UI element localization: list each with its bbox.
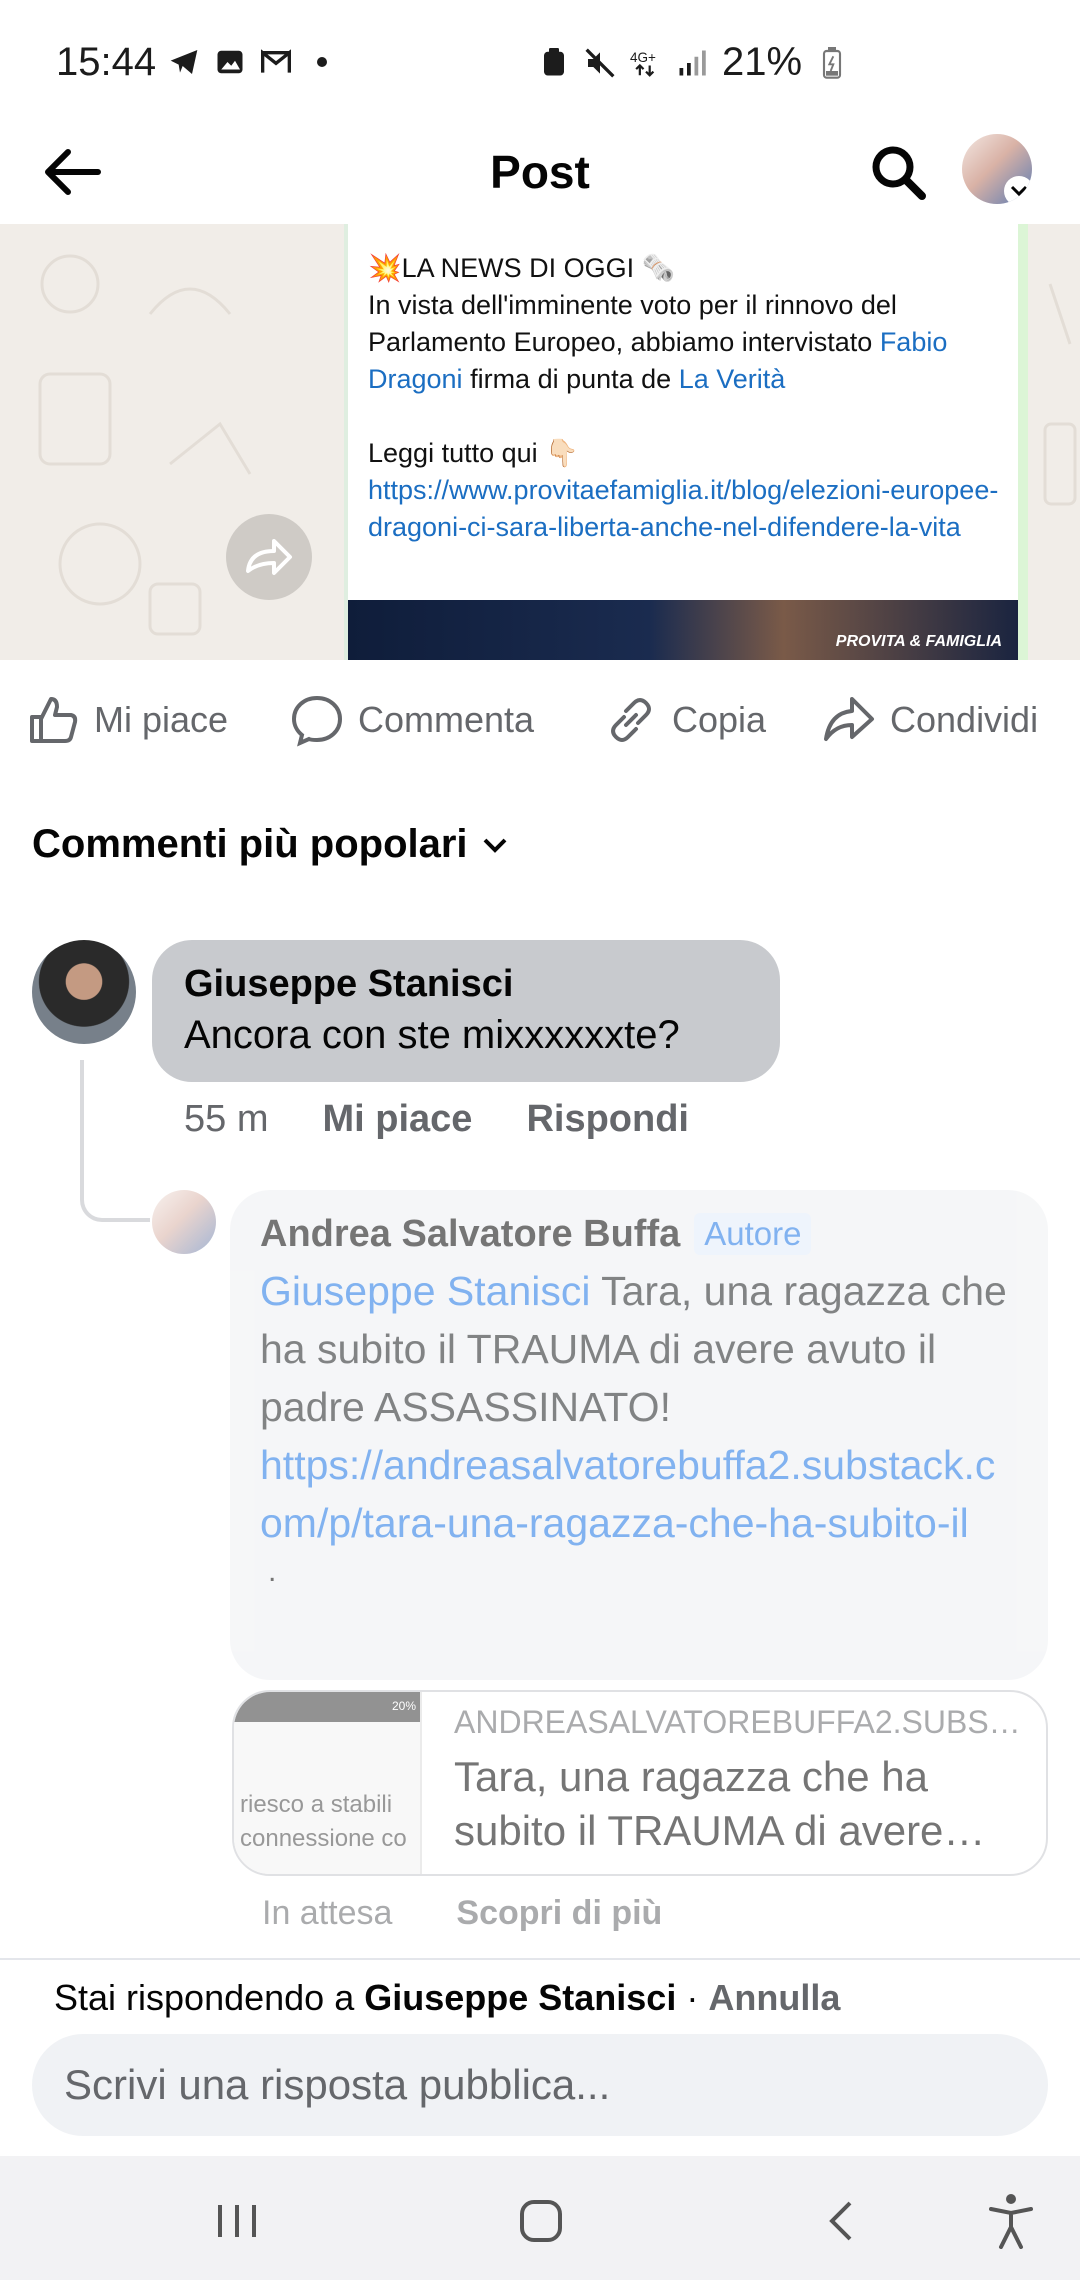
status-right: 4G+ 21% [538,40,848,85]
system-nav-bar [0,2156,1080,2280]
reply-meta: In attesa Scopri di più [262,1894,662,1933]
link-icon [611,698,651,742]
comment-author[interactable]: Giuseppe Stanisci [184,960,748,1008]
replying-to-bar: Stai rispondendo a Giuseppe Stanisci · A… [54,1976,840,2020]
thumbnail-text: riesco a stabili connessione co [240,1791,407,1852]
thumbnail-status-bar: 20% [234,1692,420,1722]
nav-back-button[interactable] [806,2186,876,2256]
reply-header: Andrea Salvatore Buffa Autore [260,1208,1018,1260]
commenter-avatar[interactable] [32,940,136,1044]
recent-apps-icon [218,2205,256,2237]
svg-text:4G+: 4G+ [630,49,656,64]
comment-text: Ancora con ste mixxxxxxte? [184,1013,680,1057]
copy-label: Copia [672,699,767,740]
comment-meta: 55 m Mi piace Rispondi [184,1098,689,1141]
dot-icon [306,46,338,78]
chevron-down-icon [483,838,506,853]
copy-link-button[interactable]: Copia [604,690,766,750]
home-icon [520,2200,562,2242]
reply-input[interactable] [32,2034,1048,2136]
comment-like-button[interactable]: Mi piace [322,1098,472,1141]
chevron-down-icon [1004,176,1032,204]
accessibility-button[interactable] [976,2186,1046,2256]
post-image[interactable]: 💥LA NEWS DI OGGI 🗞️ In vista dell'immine… [0,224,1080,660]
comment-bubble: Giuseppe Stanisci Ancora con ste mixxxxx… [152,940,780,1082]
message-photo: PROVITA & FAMIGLIA [348,600,1018,660]
message-headline: 💥LA NEWS DI OGGI 🗞️ [368,253,676,283]
comment-reply-button[interactable]: Rispondi [526,1098,689,1141]
comments-sort-label: Commenti più popolari [32,822,468,866]
post-actions: Mi piace Commenta Copia Condividi [0,660,1080,782]
replying-separator: · [686,1977,699,2018]
recent-apps-button[interactable] [202,2186,272,2256]
message-text: 💥LA NEWS DI OGGI 🗞️ In vista dell'immine… [368,250,1008,546]
telegram-icon [168,46,200,78]
status-bar: 15:44 4G+ 21% [0,0,1080,120]
thumbs-up-icon [30,697,78,743]
reply-status: In attesa [262,1894,393,1932]
link-preview-title: Tara, una ragazza che ha subito il TRAUM… [454,1753,986,1854]
comments-sort-dropdown[interactable]: Commenti più popolari [32,822,510,867]
comment-label: Commenta [358,699,535,740]
nfc-icon [538,47,570,79]
message-url: https://www.provitaefamiglia.it/blog/ele… [368,475,999,542]
reply-author-avatar[interactable] [152,1190,216,1254]
forward-icon [246,539,292,575]
replying-prefix: Stai rispondendo a [54,1977,355,2018]
gmail-icon [260,46,292,78]
mute-icon [584,47,616,79]
battery-percent: 21% [722,40,803,84]
reply-mention[interactable]: Giuseppe Stanisci [260,1268,590,1314]
composer-divider [0,1958,1080,1960]
like-button[interactable]: Mi piace [26,690,228,750]
provita-logo: PROVITA & FAMIGLIA [835,633,1002,650]
signal-icon [676,47,708,79]
reply-bubble: Andrea Salvatore Buffa Autore Giuseppe S… [230,1190,1048,1680]
author-badge: Autore [694,1213,812,1255]
message-read-more: Leggi tutto qui 👇🏻 [368,438,579,468]
reply-link[interactable]: https://andreasalvatorebuffa2.substack.c… [260,1442,995,1546]
status-left-icons [168,46,338,78]
battery-icon [816,46,848,79]
status-time: 15:44 [56,40,157,84]
reply-trailing-dot: . [268,1555,277,1588]
top-bar: Post [0,120,1080,224]
like-label: Mi piace [94,699,229,740]
search-button[interactable] [862,136,934,208]
profile-avatar-button[interactable] [962,134,1032,204]
mention-la-verita: La Verità [678,364,786,394]
reply-text: Giuseppe Stanisci Tara, una ragazza che … [260,1262,1018,1552]
4g-icon: 4G+ [630,47,662,79]
link-preview-thumbnail: 20% riesco a stabili connessione co [234,1692,422,1874]
whatsapp-message-card: 💥LA NEWS DI OGGI 🗞️ In vista dell'immine… [344,224,1028,660]
comment-button[interactable]: Commenta [290,690,534,750]
thread-connector [80,1060,150,1222]
learn-more-link[interactable]: Scopri di più [456,1894,662,1933]
home-button[interactable] [506,2186,576,2256]
search-icon [872,146,926,200]
link-preview-domain: ANDREASALVATOREBUFFA2.SUBSTACK.COM [454,1704,1034,1740]
comment-icon [291,695,343,747]
link-preview-card[interactable]: 20% riesco a stabili connessione co ANDR… [232,1690,1048,1876]
gallery-icon [214,46,246,78]
cancel-reply-button[interactable]: Annulla [708,1977,840,2018]
share-icon [824,697,874,741]
comment-time: 55 m [184,1098,269,1140]
forward-button[interactable] [226,514,312,600]
share-label: Condividi [890,699,1039,740]
message-body: In vista dell'imminente voto per il rinn… [368,290,948,394]
share-button[interactable]: Condividi [822,690,1038,750]
replying-to-name: Giuseppe Stanisci [364,1977,677,2018]
accessibility-icon [989,2194,1033,2249]
reply-author[interactable]: Andrea Salvatore Buffa [260,1208,680,1260]
back-chevron-icon [829,2201,852,2241]
